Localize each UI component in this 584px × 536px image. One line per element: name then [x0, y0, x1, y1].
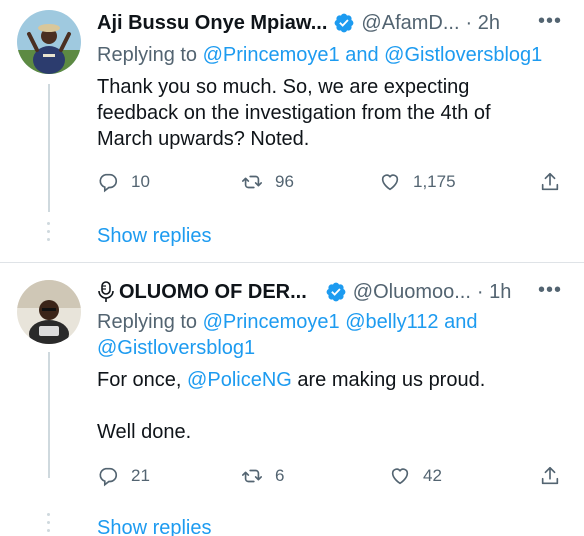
mention-link[interactable]: @PoliceNG	[187, 369, 292, 391]
retweet-button[interactable]: 96	[241, 171, 294, 193]
retweet-count: 96	[275, 172, 294, 191]
heart-icon	[391, 468, 409, 485]
timestamp[interactable]: · 1h	[477, 281, 511, 304]
like-button[interactable]: 1,175	[379, 171, 456, 193]
tweet-text: For once, @PoliceNG are making us proud.…	[97, 367, 557, 445]
thread-line	[48, 352, 50, 478]
share-icon	[541, 172, 559, 191]
tweet-text: Thank you so much. So, we are expecting …	[97, 74, 557, 152]
reply-icon	[99, 467, 118, 487]
reply-button[interactable]: 21	[97, 465, 150, 487]
reply-count: 10	[131, 172, 150, 191]
replying-to: Replying to @Princemoye1 and @Gistlovers…	[97, 42, 542, 68]
mention-link[interactable]: @Princemoye1	[203, 311, 340, 333]
like-count: 1,175	[413, 172, 456, 191]
tweet-text-segment: are making us proud.	[297, 369, 486, 391]
tweet-text-line: feedback on the investigation from the 4…	[97, 102, 491, 124]
reply-count: 21	[131, 466, 150, 485]
thread-dots	[47, 513, 51, 536]
tweet-2[interactable]: OLUOMO OF DER... @Oluomoo... · 1h ••• Re…	[0, 263, 584, 536]
retweet-button[interactable]: 6	[241, 465, 284, 487]
tweet-text-line: March upwards? Noted.	[97, 128, 310, 150]
display-name[interactable]: OLUOMO OF DER...	[119, 281, 307, 304]
thread-line	[48, 84, 50, 212]
verified-badge-icon	[326, 282, 346, 302]
replying-to-label: Replying to	[97, 44, 198, 66]
share-button[interactable]	[539, 465, 561, 487]
like-count: 42	[423, 466, 442, 485]
reply-icon	[99, 173, 118, 193]
retweet-count: 6	[275, 466, 285, 485]
action-bar: 21 6 42	[97, 465, 563, 491]
retweet-icon	[242, 175, 262, 189]
show-replies-link[interactable]: Show replies	[97, 517, 212, 536]
replying-to-label: Replying to	[97, 311, 198, 333]
thread-dots	[47, 222, 51, 246]
display-name[interactable]: Aji Bussu Onye Mpiaw...	[97, 12, 327, 35]
handle[interactable]: @Oluomoo...	[353, 281, 471, 304]
mention-link[interactable]: @Gistloversblog1	[97, 337, 255, 359]
mention-conjunction[interactable]: and	[444, 311, 477, 333]
retweet-icon	[242, 469, 262, 483]
microphone-icon	[98, 281, 114, 302]
share-button[interactable]	[539, 171, 561, 193]
replying-to: Replying to @Princemoye1 @belly112 and @…	[97, 309, 477, 361]
tweet-text-segment: For once,	[97, 369, 182, 391]
verified-badge-icon	[335, 13, 354, 33]
more-options-icon[interactable]: •••	[538, 10, 562, 33]
tweet-header: Aji Bussu Onye Mpiaw... @AfamD... · 2h	[97, 10, 500, 36]
mention-link[interactable]: @Gistloversblog1	[384, 44, 542, 66]
tweet-text-line: Well done.	[97, 421, 192, 443]
handle[interactable]: @AfamD...	[361, 12, 459, 35]
tweet-text-line: Thank you so much. So, we are expecting	[97, 76, 470, 98]
timestamp[interactable]: · 2h	[466, 12, 500, 35]
like-button[interactable]: 42	[389, 465, 442, 487]
tweet-header: OLUOMO OF DER... @Oluomoo... · 1h	[97, 279, 511, 305]
mention-link[interactable]: @Princemoye1	[203, 44, 340, 66]
avatar[interactable]	[17, 280, 81, 344]
share-icon	[541, 466, 559, 485]
show-replies-link[interactable]: Show replies	[97, 225, 212, 248]
reply-button[interactable]: 10	[97, 171, 150, 193]
action-bar: 10 96 1,175	[97, 171, 563, 197]
more-options-icon[interactable]: •••	[538, 279, 562, 302]
heart-icon	[381, 174, 399, 191]
mention-link[interactable]: @belly112	[345, 311, 438, 333]
tweet-1[interactable]: Aji Bussu Onye Mpiaw... @AfamD... · 2h •…	[0, 0, 584, 262]
mention-conjunction[interactable]: and	[345, 44, 378, 66]
avatar[interactable]	[17, 10, 81, 74]
